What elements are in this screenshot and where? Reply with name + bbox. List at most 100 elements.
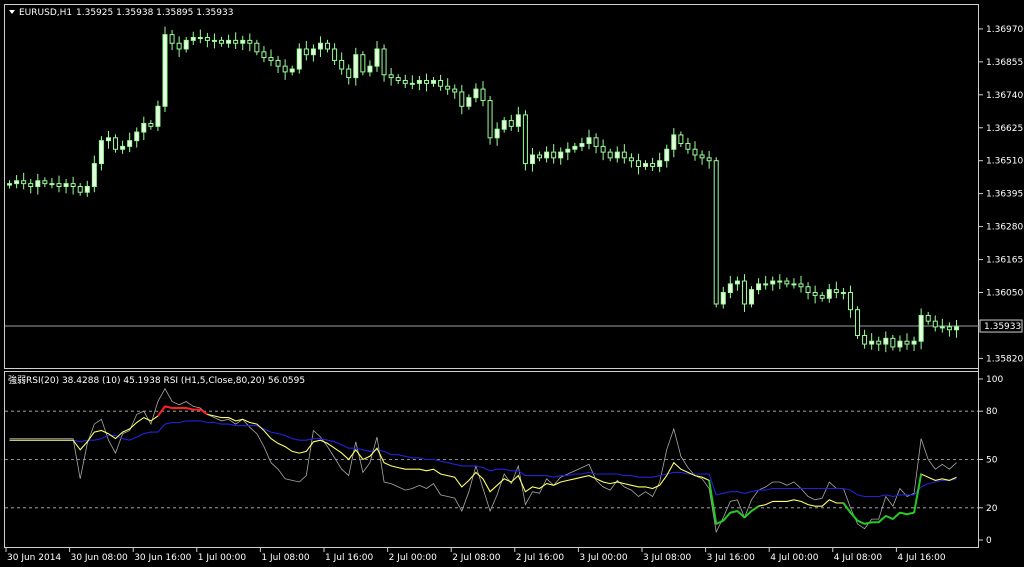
- ohlc-readout: 1.35925 1.35938 1.35895 1.35933: [76, 8, 233, 18]
- candle-body: [784, 280, 790, 285]
- candle-body: [169, 34, 175, 44]
- candle-body: [643, 163, 649, 167]
- candle-body: [431, 79, 437, 84]
- candle-body: [678, 134, 684, 145]
- candle-body: [134, 131, 140, 142]
- candle-body: [657, 160, 663, 167]
- time-tick-label: 4 Jul 08:00: [834, 553, 883, 563]
- candle-body: [862, 334, 868, 345]
- candle-body: [367, 65, 373, 73]
- price-tick-label: 1.36625: [986, 124, 1023, 134]
- time-tick-label: 3 Jul 16:00: [707, 553, 756, 563]
- candle-body: [346, 68, 352, 79]
- candle-body: [734, 280, 740, 285]
- candle-body: [247, 39, 253, 44]
- candle-body: [833, 289, 839, 294]
- bid-price-label: 1.35933: [984, 322, 1021, 332]
- candle-body: [332, 48, 338, 61]
- price-tick-label: 1.36740: [986, 91, 1023, 101]
- candle-body: [155, 105, 161, 127]
- price-tick-label: 1.36510: [986, 157, 1023, 167]
- candle-body: [558, 151, 564, 159]
- candle-body: [706, 157, 712, 162]
- candle-body: [890, 337, 896, 348]
- candle-body: [713, 160, 719, 305]
- candle-body: [664, 148, 670, 162]
- candle-body: [7, 183, 13, 186]
- candle-body: [56, 183, 62, 187]
- candle-body: [70, 183, 76, 187]
- candle-body: [621, 151, 627, 159]
- candle-body: [21, 180, 27, 185]
- candle-body: [473, 88, 479, 99]
- candle-body: [77, 186, 83, 193]
- time-tick-label: 1 Jul 08:00: [261, 553, 310, 563]
- price-tick-label: 1.36395: [986, 190, 1023, 200]
- candle-body: [381, 48, 387, 76]
- candle-body: [756, 283, 762, 291]
- candle-body: [635, 160, 641, 167]
- rsi-tick-label: 80: [986, 407, 998, 417]
- candle-body: [593, 137, 599, 147]
- candle-body: [487, 100, 493, 139]
- symbol-label: EURUSD,H1: [19, 8, 72, 18]
- candle-body: [826, 289, 832, 299]
- candle-body: [770, 280, 776, 285]
- candle-body: [855, 309, 861, 336]
- candle: [487, 95, 493, 145]
- candle-body: [141, 122, 147, 133]
- mt4-chart[interactable]: 1.36970 1.36855 1.36740 1.36625 1.36510 1.363…: [0, 0, 1024, 567]
- candle-body: [565, 148, 571, 153]
- candle-body: [49, 183, 55, 186]
- candle-body: [692, 148, 698, 156]
- candle-body: [374, 48, 380, 67]
- candle: [855, 306, 861, 339]
- candle-body: [720, 292, 726, 305]
- candle-body: [14, 180, 20, 185]
- time-tick-label: 2 Jul 08:00: [452, 553, 501, 563]
- candle-body: [586, 137, 592, 145]
- candle-body: [275, 59, 281, 67]
- candle-body: [522, 114, 528, 165]
- time-tick-label: 2 Jul 16:00: [516, 553, 565, 563]
- candle-body: [219, 39, 225, 44]
- candle-body: [226, 39, 232, 44]
- symbol-header[interactable]: EURUSD,H1 1.35925 1.35938 1.35895 1.3593…: [9, 8, 233, 18]
- candle-body: [685, 143, 691, 150]
- candle: [162, 26, 168, 113]
- candle-body: [494, 128, 500, 139]
- candle-body: [925, 314, 931, 322]
- time-tick-label: 1 Jul 00:00: [198, 553, 247, 563]
- candle-body: [240, 39, 246, 44]
- candle-body: [727, 283, 733, 294]
- candle-body: [148, 122, 154, 127]
- candle-body: [699, 154, 705, 159]
- price-tick-label: 1.36855: [986, 58, 1023, 68]
- candle-body: [423, 79, 429, 84]
- candle-body: [798, 283, 804, 288]
- candle-body: [812, 292, 818, 296]
- candle-body: [650, 163, 656, 167]
- candle-body: [579, 143, 585, 147]
- candle-body: [607, 151, 613, 159]
- candle-body: [918, 314, 924, 342]
- price-tick-label: 1.36165: [986, 256, 1023, 266]
- candle: [522, 110, 528, 171]
- candle-body: [289, 68, 295, 73]
- candle-body: [105, 137, 111, 142]
- candle-body: [572, 145, 578, 150]
- candle-body: [763, 283, 769, 286]
- time-tick-label: 4 Jul 00:00: [770, 553, 819, 563]
- candle-body: [946, 326, 952, 331]
- candle-body: [176, 42, 182, 50]
- candle-body: [671, 134, 677, 150]
- rsi-header: 強弱RSI(20) 38.4288 (10) 45.1938 RSI (H1,5…: [8, 374, 305, 386]
- candle-body: [480, 88, 486, 102]
- candle-body: [233, 39, 239, 44]
- time-tick-label: 1 Jul 16:00: [325, 553, 374, 563]
- time-tick-label: 4 Jul 16:00: [897, 553, 946, 563]
- candle: [749, 286, 755, 308]
- price-tick-label: 1.36280: [986, 223, 1023, 233]
- price-tick-label: 1.36050: [986, 289, 1023, 299]
- candle-body: [113, 137, 119, 150]
